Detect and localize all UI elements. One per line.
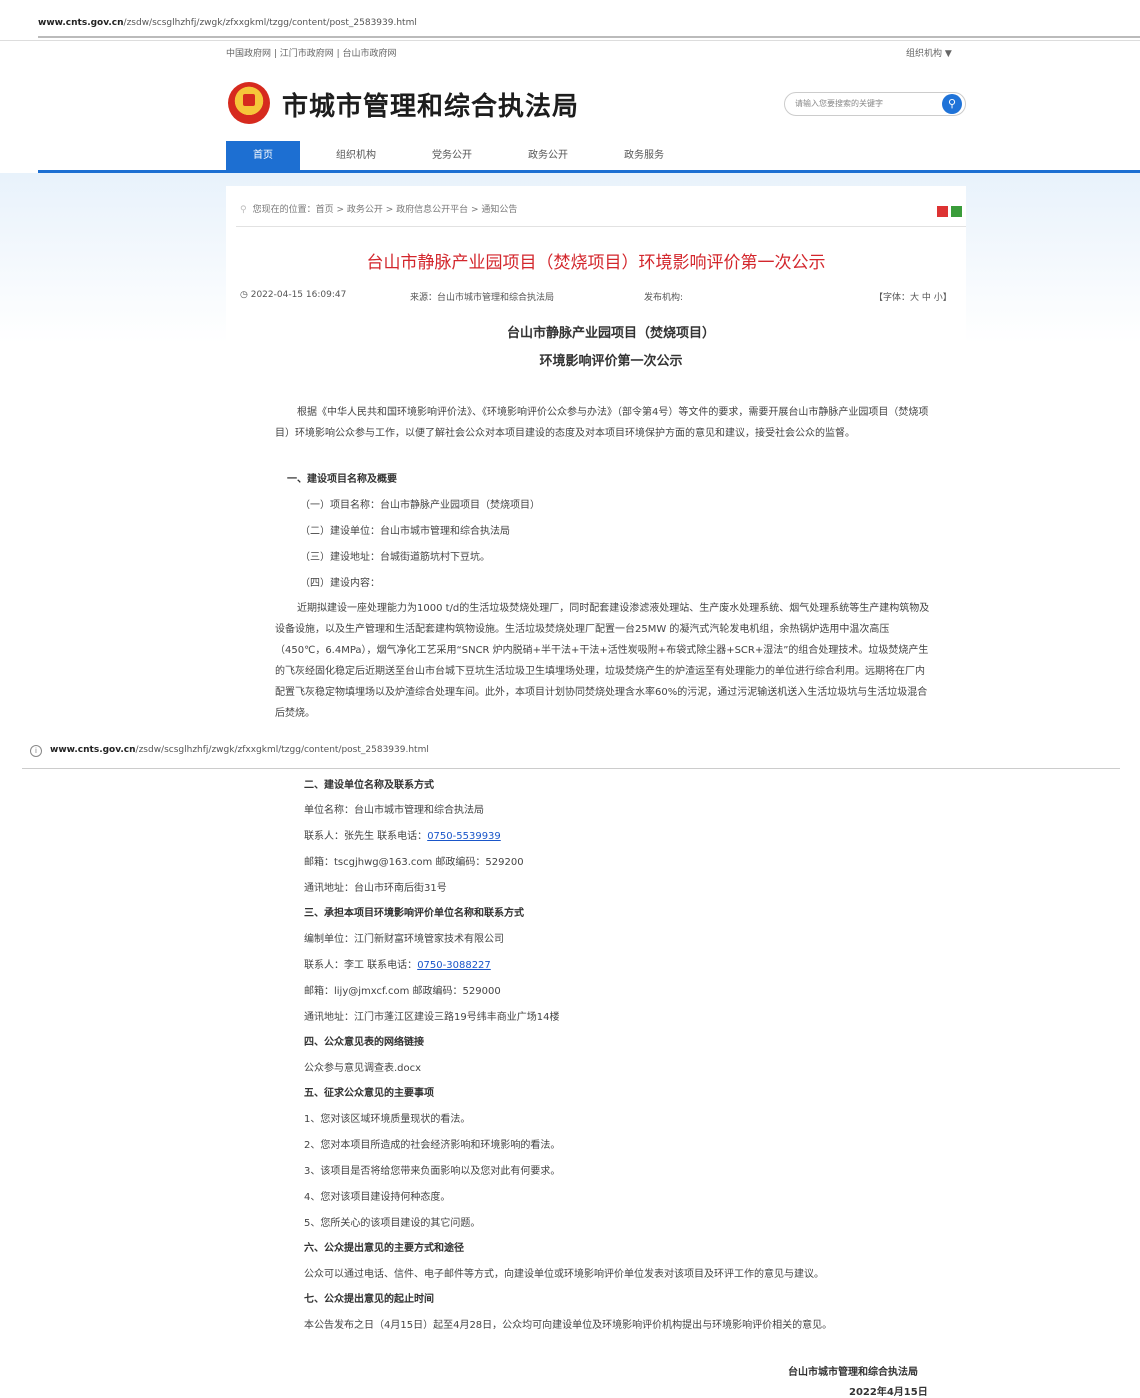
s3-unit: 编制单位：江门新财富环境管家技术有限公司 [304, 934, 504, 945]
section-6-heading: 六、公众提出意见的主要方式和途径 [304, 1243, 464, 1254]
section-3-heading: 三、承担本项目环境影响评价单位名称和联系方式 [304, 908, 524, 919]
browser-address-bar[interactable]: www.cnts.gov.cn/zsdw/scsglhzhfj/zwgk/zfx… [0, 0, 1140, 41]
s1-item: （四）建设内容： [300, 578, 380, 589]
article-subtitle-2: 环境影响评价第一次公示 [539, 354, 683, 369]
section-1-heading: 一、建设项目名称及概要 [287, 474, 397, 485]
s1-item: （三）建设地址：台城街道筋坑村下豆坑。 [300, 552, 490, 563]
article-subtitle-1: 台山市静脉产业园项目（焚烧项目） [506, 326, 715, 341]
search-icon[interactable]: ⚲ [942, 94, 962, 114]
signature-date: 2022年4月15日 [849, 1387, 928, 1398]
s1-item: （一）项目名称：台山市静脉产业园项目（焚烧项目） [300, 500, 540, 511]
breadcrumb[interactable]: ⚲ 您现在的位置：首页 > 政务公开 > 政府信息公开平台 > 通知公告 [240, 202, 517, 215]
s6-text: 公众可以通过电话、信件、电子邮件等方式，向建设单位或环境影响评价单位发表对该项目… [304, 1269, 824, 1280]
location-pin-icon: ⚲ [240, 205, 247, 215]
nav-item-gov-affairs[interactable]: 政务公开 [528, 141, 568, 171]
share-icons[interactable] [934, 202, 962, 221]
s3-address: 通讯地址：江门市蓬江区建设三路19号纬丰商业广场14楼 [304, 1012, 560, 1023]
s5-item: 1、您对该区域环境质量现状的看法。 [304, 1114, 471, 1125]
phone-link[interactable]: 0750-3088227 [417, 960, 491, 971]
s5-item: 4、您对该项目建设持何种态度。 [304, 1192, 451, 1203]
section-7-heading: 七、公众提出意见的起止时间 [304, 1294, 434, 1305]
s3-contact: 联系人：李工 联系电话：0750-3088227 [304, 960, 491, 971]
national-emblem-logo [228, 82, 270, 124]
s2-address: 通讯地址：台山市环南后街31号 [304, 883, 447, 894]
survey-file-link[interactable]: 公众参与意见调查表.docx [304, 1059, 421, 1074]
s5-item: 2、您对本项目所造成的社会经济影响和环境影响的看法。 [304, 1140, 561, 1151]
article-source: 来源：台山市城市管理和综合执法局 [410, 293, 555, 303]
s5-item: 5、您所关心的该项目建设的其它问题。 [304, 1218, 481, 1229]
s2-unit: 单位名称：台山市城市管理和综合执法局 [304, 805, 484, 816]
article-title: 台山市静脉产业园项目（焚烧项目）环境影响评价第一次公示 [366, 253, 826, 273]
address-url-2[interactable]: www.cnts.gov.cn/zsdw/scsglhzhfj/zwgk/zfx… [50, 745, 429, 755]
font-size-control[interactable]: 【字体：大 中 小】 [874, 290, 952, 303]
top-links[interactable]: 中国政府网 | 江门市政府网 | 台山市政府网 [226, 46, 397, 59]
s1-item: （二）建设单位：台山市城市管理和综合执法局 [300, 526, 510, 537]
browser-address-bar-2[interactable]: i www.cnts.gov.cn/zsdw/scsglhzhfj/zwgk/z… [22, 738, 1120, 769]
intro-paragraph: 根据《中华人民共和国环境影响评价法》、《环境影响评价公众参与办法》（部令第4号）… [275, 407, 929, 439]
site-name: 市城市管理和综合执法局 [282, 92, 580, 122]
article-publisher: 发布机构: [644, 293, 684, 303]
divider [236, 226, 966, 227]
share-icon[interactable] [951, 206, 962, 217]
signature-org: 台山市城市管理和综合执法局 [788, 1367, 918, 1378]
s7-text: 本公告发布之日（4月15日）起至4月28日，公众均可向建设单位及环境影响评价机构… [304, 1320, 833, 1331]
nav-item-home[interactable]: 首页 [226, 141, 300, 171]
s3-mail: 邮箱：lijy@jmxcf.com 邮政编码：529000 [304, 986, 501, 997]
s2-contact: 联系人：张先生 联系电话：0750-5539939 [304, 831, 501, 842]
nav-item-gov-service[interactable]: 政务服务 [624, 141, 664, 171]
phone-link[interactable]: 0750-5539939 [427, 831, 501, 842]
address-url[interactable]: www.cnts.gov.cn/zsdw/scsglhzhfj/zwgk/zfx… [38, 18, 417, 28]
s2-mail: 邮箱：tscgjhwg@163.com 邮政编码：529200 [304, 857, 524, 868]
org-menu-dropdown[interactable]: 组织机构 ▼ [906, 46, 952, 59]
section-5-heading: 五、征求公众意见的主要事项 [304, 1088, 434, 1099]
article-date: ◷ 2022-04-15 16:09:47 [240, 290, 347, 300]
top-divider [38, 36, 1140, 38]
search-box[interactable]: 请输入您要搜索的关键字 ⚲ [784, 92, 966, 116]
info-icon[interactable]: i [30, 745, 42, 757]
section-2-heading: 二、建设单位名称及联系方式 [304, 780, 434, 791]
nav-item-org[interactable]: 组织机构 [336, 141, 376, 171]
search-input[interactable]: 请输入您要搜索的关键字 [795, 98, 883, 109]
section-4-heading: 四、公众意见表的网络链接 [304, 1037, 424, 1048]
s5-item: 3、该项目是否将给您带来负面影响以及您对此有何要求。 [304, 1166, 561, 1177]
nav-item-party[interactable]: 党务公开 [432, 141, 472, 171]
s1-content-paragraph: 近期拟建设一座处理能力为1000 t/d的生活垃圾焚烧处理厂，同时配套建设渗滤液… [275, 603, 930, 719]
print-icon[interactable] [937, 206, 948, 217]
